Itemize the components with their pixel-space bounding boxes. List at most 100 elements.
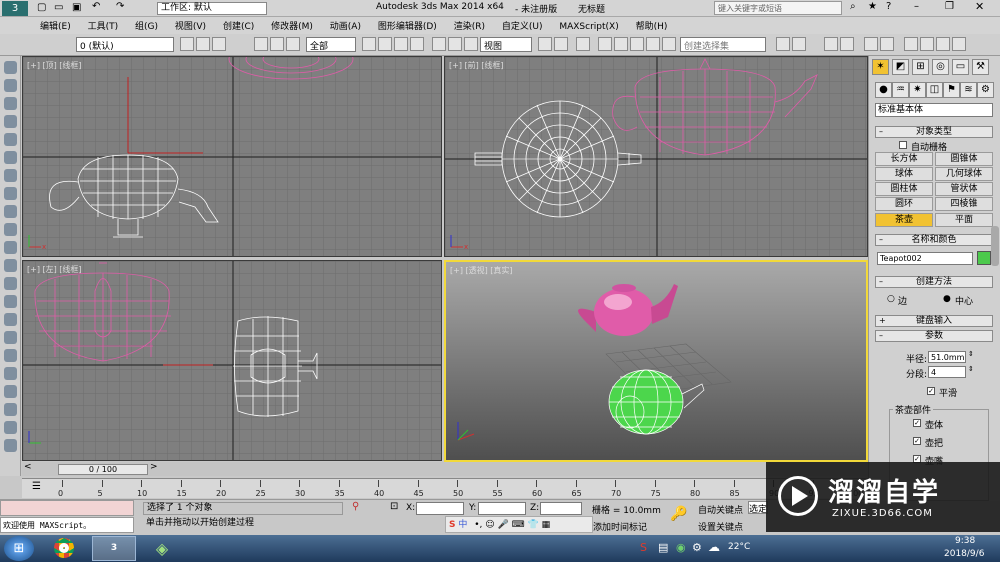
tool-icon-22[interactable] (4, 439, 17, 452)
material-editor-icon[interactable] (904, 37, 918, 51)
menu-graph-editors[interactable]: 图形编辑器(D) (371, 17, 444, 34)
workspace-select[interactable]: 工作区: 默认 (157, 2, 267, 15)
body-checkbox[interactable]: ✓ (913, 419, 921, 427)
viewport-left[interactable]: [+] [左] [线框] (22, 260, 442, 461)
menu-tools[interactable]: 工具(T) (81, 17, 126, 34)
tool-icon-21[interactable] (4, 421, 17, 434)
radius-spinner-icon[interactable]: ⇕ (968, 350, 974, 358)
helpers-icon[interactable]: ⚑ (943, 82, 960, 98)
tool-icon-13[interactable] (4, 277, 17, 290)
select-manipulate-icon[interactable] (554, 37, 568, 51)
layer-select[interactable]: 0 (默认) (76, 37, 174, 52)
viewport-front-label[interactable]: [+] [前] [线框] (449, 60, 504, 71)
start-button[interactable]: ⊞ (4, 536, 34, 561)
smooth-checkbox[interactable]: ✓ (927, 387, 935, 395)
utilities-tab-icon[interactable]: ⚒ (972, 59, 989, 75)
add-to-layer-icon[interactable] (212, 37, 226, 51)
menu-customize[interactable]: 自定义(U) (495, 17, 550, 34)
add-time-tag-label[interactable]: 添加时间标记 (593, 520, 647, 533)
ime-voice-icon[interactable]: 🎤 (498, 520, 509, 530)
tray-security-icon[interactable]: ◉ (676, 541, 686, 554)
align-icon[interactable] (792, 37, 806, 51)
tool-icon-9[interactable] (4, 205, 17, 218)
time-slider[interactable]: 0 / 100 (58, 464, 148, 475)
tray-weather-icon[interactable]: ☁ (708, 540, 720, 554)
tool-icon-4[interactable] (4, 115, 17, 128)
select-rotate-icon[interactable] (448, 37, 462, 51)
object-type-rollout[interactable]: – 对象类型 (875, 126, 993, 138)
selected-dropdown[interactable]: 选定 (748, 501, 768, 515)
object-name-input[interactable]: Teapot002 (877, 252, 973, 265)
maxscript-listener[interactable]: 欢迎使用 MAXScript。 (0, 517, 134, 533)
viewport-left-label[interactable]: [+] [左] [线框] (27, 264, 82, 275)
create-tab-icon[interactable]: ✶ (872, 59, 889, 75)
autogrid-checkbox[interactable] (899, 141, 907, 149)
window-crossing-icon[interactable] (410, 37, 424, 51)
select-move-icon[interactable] (432, 37, 446, 51)
category-select[interactable]: 标准基本体 (875, 103, 993, 117)
cylinder-button[interactable]: 圆柱体 (875, 182, 933, 196)
tube-button[interactable]: 管状体 (935, 182, 993, 196)
viewport-perspective-label[interactable]: [+] [透视] [真实] (450, 265, 513, 276)
schematic-view-icon[interactable] (880, 37, 894, 51)
ime-mode-label[interactable]: 中 (458, 520, 467, 530)
rectangular-selection-icon[interactable] (394, 37, 408, 51)
minimize-icon[interactable]: – (914, 1, 919, 12)
edit-named-selection-icon[interactable] (662, 37, 676, 51)
y-coord-input[interactable] (478, 502, 526, 515)
layer-explorer-icon[interactable] (840, 37, 854, 51)
set-key-button[interactable]: 设置关键点 (698, 520, 743, 533)
z-coord-input[interactable] (540, 502, 582, 515)
absolute-mode-icon[interactable]: ⊡ (390, 501, 398, 512)
object-color-swatch[interactable] (977, 251, 991, 265)
search-input[interactable]: 键入关键字或短语 (714, 1, 842, 15)
viewport-top[interactable]: [+] [顶] [线框] x (22, 56, 442, 257)
select-scale-icon[interactable] (464, 37, 478, 51)
info-icon[interactable]: ★ (868, 1, 877, 12)
app-logo-icon[interactable]: 3 (2, 1, 28, 16)
render-production-icon[interactable] (952, 37, 966, 51)
teapot-green-perspective[interactable] (608, 369, 705, 435)
segments-input[interactable]: 4 (928, 366, 966, 378)
modify-tab-icon[interactable]: ◩ (892, 59, 909, 75)
display-tab-icon[interactable]: ▭ (952, 59, 969, 75)
clock-time[interactable]: 9:38 (955, 536, 975, 546)
tool-icon-8[interactable] (4, 187, 17, 200)
pyramid-button[interactable]: 四棱锥 (935, 197, 993, 211)
track-bar-menu-icon[interactable]: ☰ (32, 481, 41, 492)
named-selection-set-input[interactable]: 创建选择集 (680, 37, 766, 52)
menu-rendering[interactable]: 渲染(R) (447, 17, 492, 34)
segments-spinner-icon[interactable]: ⇕ (968, 365, 974, 373)
close-icon[interactable]: ✕ (975, 0, 984, 13)
tool-icon-3[interactable] (4, 97, 17, 110)
shapes-icon[interactable]: ♒ (892, 82, 909, 98)
menu-animation[interactable]: 动画(A) (323, 17, 368, 34)
edge-radio[interactable]: ○ (887, 294, 895, 304)
plane-button[interactable]: 平面 (935, 213, 993, 227)
torus-button[interactable]: 圆环 (875, 197, 933, 211)
link-icon[interactable] (254, 37, 268, 51)
percent-snap-icon[interactable] (630, 37, 644, 51)
systems-icon[interactable]: ⚙ (977, 82, 994, 98)
viewport-front[interactable]: [+] [前] [线框] x (444, 56, 868, 257)
menu-modifiers[interactable]: 修改器(M) (264, 17, 320, 34)
tray-network-icon[interactable]: ▤ (658, 541, 668, 554)
select-by-name-icon[interactable] (378, 37, 392, 51)
curve-editor-icon[interactable] (864, 37, 878, 51)
unlink-icon[interactable] (270, 37, 284, 51)
rendered-frame-icon[interactable] (936, 37, 950, 51)
pivot-center-icon[interactable] (538, 37, 552, 51)
tray-sogou-icon[interactable]: S (640, 541, 647, 554)
scene-explorer-icon[interactable] (824, 37, 838, 51)
track-bar[interactable]: ☰ 05101520253035404550556065707580859095… (22, 478, 868, 498)
tray-settings-icon[interactable]: ⚙ (692, 541, 702, 554)
search-icon[interactable]: ⌕ (850, 1, 856, 12)
tool-icon-10[interactable] (4, 223, 17, 236)
lock-selection-icon[interactable]: ⚲ (352, 501, 359, 512)
keyboard-entry-rollout[interactable]: + 键盘输入 (875, 315, 993, 327)
spacewarps-icon[interactable]: ≋ (960, 82, 977, 98)
redo-icon[interactable]: ↷ (116, 1, 124, 12)
menu-edit[interactable]: 编辑(E) (33, 17, 78, 34)
viewport-perspective[interactable]: [+] [透视] [真实] (444, 260, 868, 462)
clock-date[interactable]: 2018/9/6 (944, 549, 984, 559)
